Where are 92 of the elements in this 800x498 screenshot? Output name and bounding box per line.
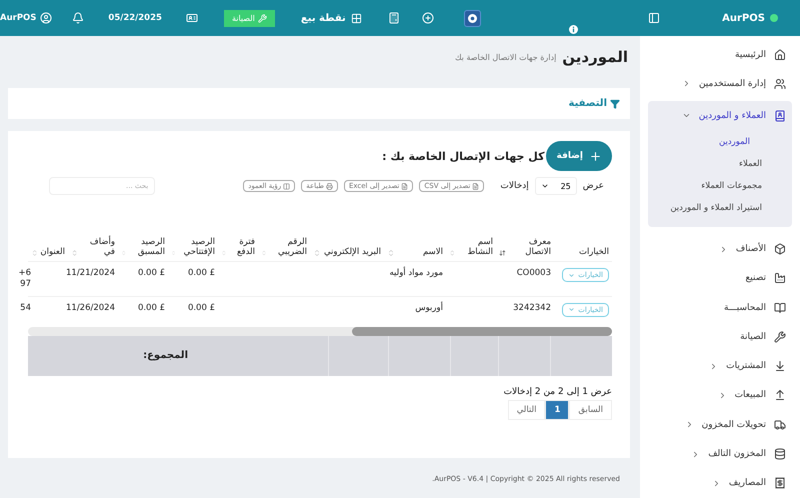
filter-icon: [610, 98, 620, 108]
menu-icon: [774, 477, 786, 490]
button-icon: [472, 182, 480, 190]
page-subtitle: إدارة جهات الاتصال الخاصة بك: [454, 52, 556, 62]
column-header[interactable]: الرصيد الإفتتاحي: [178, 237, 215, 258]
entries-label: إدخالات: [500, 181, 529, 191]
page-title: الموردين: [562, 48, 628, 66]
sidebar-item[interactable]: المحاسبـــة: [648, 293, 792, 322]
caret-icon: [540, 182, 549, 190]
card-heading: كل جهات الإتصال الخاصة بك :: [382, 150, 544, 162]
sidebar-item[interactable]: المصاريف: [648, 468, 792, 498]
sidebar-item[interactable]: الصيانة: [648, 322, 792, 352]
menu-icon: [774, 272, 786, 284]
sidebar-toggle-icon[interactable]: [648, 12, 660, 24]
button-icon: [401, 182, 408, 190]
show-label: عرض: [582, 181, 604, 191]
sidebar-item[interactable]: تصنيع: [648, 264, 792, 294]
column-header[interactable]: الاسم: [423, 247, 443, 258]
submenu-item[interactable]: مجموعات العملاء: [648, 174, 792, 197]
table-cell: مورد مواد أوليه: [389, 268, 443, 278]
calculator-icon[interactable]: [388, 12, 400, 24]
caret-icon: [568, 272, 576, 279]
table-cell: CO0003: [516, 268, 551, 278]
button-icon: [283, 182, 290, 190]
table-cell: 3242342: [513, 302, 551, 313]
page-button[interactable]: 1: [545, 400, 570, 420]
notification-bell-icon[interactable]: [72, 12, 84, 24]
submenu-item[interactable]: العملاء: [648, 152, 792, 175]
status-dot-icon: [770, 14, 778, 22]
user-icon: [40, 12, 52, 24]
sidebar-item[interactable]: العملاء و الموردين: [648, 100, 792, 131]
add-button[interactable]: إضافة: [546, 141, 612, 171]
menu-icon: [774, 243, 786, 256]
table-cell: 11/21/2024: [66, 268, 115, 278]
menu-icon: [774, 418, 786, 431]
submenu-item[interactable]: الموردين: [648, 130, 792, 153]
info-icon[interactable]: [568, 25, 578, 34]
total-label: المجموع:: [143, 350, 188, 362]
table-cell: 6+ 97: [18, 268, 31, 289]
sidebar-item[interactable]: المشتريات: [648, 352, 792, 381]
table-cell: £ 0.00: [188, 268, 215, 278]
pagination-info: عرض 1 إلى 2 من 2 إدخالات: [502, 386, 612, 397]
plus-icon: [589, 150, 602, 162]
column-header[interactable]: وأضاف في: [80, 237, 115, 258]
column-header[interactable]: اسم النشاط: [458, 237, 493, 258]
menu-icon: [774, 448, 786, 460]
column-header[interactable]: البريد الإلكتروني: [324, 247, 381, 258]
caret-icon: [568, 306, 576, 314]
menu-icon: [774, 78, 786, 90]
column-header[interactable]: فترة الدفع: [228, 237, 255, 258]
grid-icon: [350, 12, 362, 24]
table-cell: £ 0.00: [138, 268, 165, 278]
circle-dot-icon[interactable]: [468, 14, 477, 22]
filter-panel[interactable]: التصفية: [8, 88, 630, 119]
add-circle-icon[interactable]: [422, 12, 434, 24]
menu-icon: [774, 360, 786, 372]
button-icon: [326, 182, 333, 190]
submenu-item[interactable]: استيراد العملاء و الموردين: [648, 196, 792, 219]
user-menu[interactable]: AurPOS: [0, 12, 52, 24]
sidebar-item[interactable]: المبيعات: [648, 380, 792, 410]
menu-icon: [774, 330, 786, 343]
sidebar-item[interactable]: المخزون التالف: [648, 439, 792, 469]
wrench-icon: [258, 14, 267, 22]
page-button[interactable]: التالي: [508, 400, 546, 420]
filter-label: التصفية: [568, 98, 607, 109]
sidebar-item[interactable]: تحويلات المخزون: [648, 410, 792, 440]
column-header[interactable]: العنوان: [40, 247, 65, 258]
id-card-icon[interactable]: [186, 12, 198, 24]
horizontal-scrollbar[interactable]: [28, 326, 612, 336]
sidebar-item[interactable]: إدارة المستخدمين: [648, 69, 792, 99]
column-header[interactable]: معرف الاتصال: [508, 237, 551, 258]
sidebar-item[interactable]: الأصناف: [648, 234, 792, 264]
column-header[interactable]: الخيارات: [578, 247, 609, 258]
table-cell: £ 0.00: [188, 302, 215, 313]
pos-link[interactable]: نقطة بيع: [300, 12, 362, 24]
menu-icon: [774, 110, 786, 122]
sort-icon[interactable]: [499, 249, 506, 258]
page-size-select[interactable]: 25: [534, 177, 577, 195]
menu-icon: [774, 302, 786, 314]
table-cell: 11/26/2024: [66, 302, 115, 313]
sidebar-item[interactable]: الرئيسية: [648, 40, 792, 70]
date-text: 05/22/2025: [108, 13, 162, 23]
menu-icon: [774, 389, 786, 402]
brand-logo: AurPOS: [722, 12, 765, 24]
table-cell: أوربوس: [415, 302, 443, 313]
page-button[interactable]: السابق: [569, 400, 612, 420]
table-cell: £ 0.00: [138, 302, 165, 313]
scrollbar-thumb[interactable]: [352, 326, 612, 336]
column-header[interactable]: الرقم الضريبي: [268, 237, 307, 258]
menu-icon: [774, 48, 786, 61]
table-cell: 54: [20, 302, 31, 313]
column-header[interactable]: الرصيد المسبق: [128, 237, 165, 258]
